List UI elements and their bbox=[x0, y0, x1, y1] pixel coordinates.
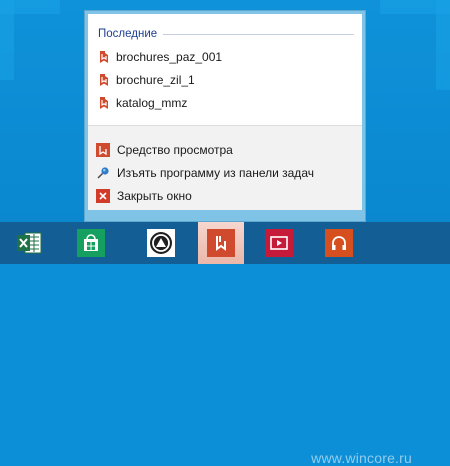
recent-header: Последние bbox=[98, 27, 354, 41]
music-icon bbox=[325, 229, 353, 257]
recent-item-label: brochure_zil_1 bbox=[116, 73, 195, 87]
task-label: Средство просмотра bbox=[117, 143, 233, 157]
recent-item[interactable]: brochures_paz_001 bbox=[98, 48, 354, 66]
pdf-reader-icon bbox=[100, 97, 108, 109]
taskbar-excel-button[interactable] bbox=[6, 222, 52, 264]
recent-item-label: katalog_mmz bbox=[116, 96, 188, 110]
unpin-task[interactable]: Изъять программу из панели задач bbox=[96, 164, 354, 182]
tasks-section: Средство просмотра Изъять программу из п… bbox=[88, 125, 362, 210]
taskbar-store-button[interactable] bbox=[68, 222, 114, 264]
open-reader-task[interactable]: Средство просмотра bbox=[96, 141, 354, 159]
desktop-decoration bbox=[436, 0, 450, 90]
header-divider bbox=[163, 33, 354, 35]
taskbar: www.wincore.ru bbox=[0, 222, 450, 466]
pdf-reader-icon bbox=[100, 51, 108, 63]
taskbar-music-button[interactable] bbox=[316, 222, 362, 264]
jump-list: Последние brochures_paz_001 brochure_zil… bbox=[84, 10, 366, 222]
reader-app-icon bbox=[96, 143, 110, 157]
recent-section: Последние brochures_paz_001 brochure_zil… bbox=[88, 14, 362, 125]
taskbar-video-button[interactable] bbox=[256, 222, 302, 264]
pdf-reader-icon bbox=[100, 74, 108, 86]
app-icon bbox=[147, 229, 175, 257]
excel-icon bbox=[15, 229, 43, 257]
close-window-task[interactable]: Закрыть окно bbox=[96, 187, 354, 205]
recent-item[interactable]: katalog_mmz bbox=[98, 94, 354, 112]
recent-item[interactable]: brochure_zil_1 bbox=[98, 71, 354, 89]
taskbar-app-button[interactable] bbox=[138, 222, 184, 264]
recent-item-label: brochures_paz_001 bbox=[116, 50, 223, 64]
desktop-background: Последние brochures_paz_001 brochure_zil… bbox=[0, 0, 450, 222]
desktop-decoration bbox=[0, 0, 14, 80]
close-icon bbox=[96, 189, 110, 203]
unpin-icon bbox=[96, 166, 110, 180]
pdf-reader-icon bbox=[207, 229, 235, 257]
task-label: Изъять программу из панели задач bbox=[117, 166, 314, 180]
watermark: www.wincore.ru bbox=[311, 450, 412, 466]
task-label: Закрыть окно bbox=[117, 189, 192, 203]
taskbar-reader-button[interactable] bbox=[198, 222, 244, 264]
recent-title: Последние bbox=[98, 28, 158, 40]
video-icon bbox=[265, 229, 293, 257]
store-icon bbox=[77, 229, 105, 257]
